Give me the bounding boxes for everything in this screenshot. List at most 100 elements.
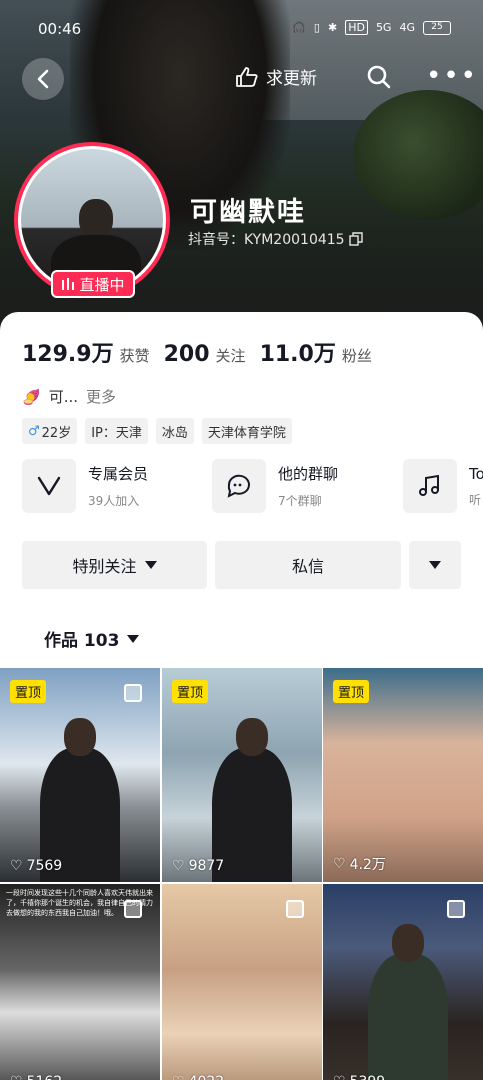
feature-membership-sub: 39人加入 xyxy=(88,494,140,508)
stat-following-label: 关注 xyxy=(215,347,246,365)
stat-likes-label: 获赞 xyxy=(119,347,150,365)
request-update-label: 求更新 xyxy=(266,69,317,89)
post-figure-head xyxy=(236,718,268,756)
post-likes-count: 9877 xyxy=(188,858,225,874)
post-card[interactable]: 置顶 ♡ 9877 xyxy=(162,668,322,882)
status-icons: 🎧 ▯ ✱ HD 5G 4G 25 xyxy=(292,20,451,35)
feature-membership-text: 专属会员 39人加入 xyxy=(88,463,148,509)
stat-following[interactable]: 200 关注 xyxy=(164,342,246,367)
search-button[interactable] xyxy=(366,64,392,94)
back-button[interactable] xyxy=(22,58,64,100)
multi-image-icon xyxy=(124,684,142,702)
heart-icon: ♡ xyxy=(333,856,346,872)
heart-icon: ♡ xyxy=(10,1074,23,1080)
live-label: 直播中 xyxy=(79,275,125,294)
feature-music-title: To xyxy=(469,464,483,483)
post-grid: 置顶 ♡ 7569 置顶 ♡ 9877 置顶 ♡ 4.2万 一段时间发现这些十几个同龄… xyxy=(0,668,483,1080)
status-time: 00:46 xyxy=(38,20,82,38)
bluetooth-icon: ✱ xyxy=(327,21,338,34)
message-label: 私信 xyxy=(291,557,324,576)
vibrate-icon: ▯ xyxy=(313,21,320,34)
live-badge[interactable]: 直播中 xyxy=(51,270,135,298)
post-likes-count: 5162 xyxy=(27,1074,63,1080)
post-card[interactable]: 一段时间发现这些十几个同龄人喜欢天伟就出来了，千禧你那个诞生的机会，我自律自己的… xyxy=(0,884,160,1080)
pinned-badge: 置顶 xyxy=(172,680,209,703)
nickname: 可幽默哇 xyxy=(190,197,306,228)
bio-text: 可... xyxy=(48,388,78,406)
more-button[interactable]: ••• xyxy=(426,63,478,89)
post-card[interactable]: 置顶 ♡ 4.2万 xyxy=(323,668,483,882)
v-icon xyxy=(22,459,76,513)
post-figure xyxy=(368,924,448,1080)
feature-group-chat-title: 他的群聊 xyxy=(278,465,339,483)
feature-group-chat-text: 他的群聊 7个群聊 xyxy=(278,463,338,509)
caret-down-icon xyxy=(429,561,441,569)
copy-icon xyxy=(348,232,363,246)
bio-more-link[interactable]: 更多 xyxy=(86,386,116,407)
feature-group-chat-sub: 7个群聊 xyxy=(278,494,322,508)
post-likes: ♡ 4.2万 xyxy=(333,854,386,874)
feature-music-text: To 听 xyxy=(469,465,483,508)
post-card[interactable]: ♡ 4022 xyxy=(162,884,322,1080)
post-card[interactable]: ♡ 5399 xyxy=(323,884,483,1080)
feature-music[interactable]: To 听 xyxy=(403,458,483,514)
chevron-left-icon xyxy=(37,69,49,89)
request-update-button[interactable]: 求更新 xyxy=(234,64,317,89)
heart-icon: ♡ xyxy=(10,858,23,874)
chat-icon xyxy=(212,459,266,513)
caret-down-icon xyxy=(144,561,157,569)
post-likes: ♡ 7569 xyxy=(10,858,62,874)
feature-membership[interactable]: 专属会员 39人加入 xyxy=(22,458,148,514)
special-follow-label: 特别关注 xyxy=(72,557,137,576)
post-likes: ♡ 5399 xyxy=(333,1074,385,1080)
search-icon xyxy=(367,65,391,89)
feature-music-sub: 听 xyxy=(469,492,482,507)
profile-card: 129.9万 获赞 200 关注 11.0万 粉丝 🍠 可... 更多 ♂ 22岁 I… xyxy=(0,312,483,1080)
bio-emoji: 🍠 xyxy=(22,387,41,406)
top-nav: 求更新 ••• xyxy=(0,56,483,100)
post-likes-count: 4022 xyxy=(189,1074,225,1080)
hand-point-icon xyxy=(236,66,258,87)
multi-image-icon xyxy=(447,900,465,918)
status-bar: 00:46 🎧 ▯ ✱ HD 5G 4G 25 xyxy=(0,18,483,42)
post-figure-head xyxy=(392,924,424,962)
tag-location[interactable]: 冰岛 xyxy=(155,418,194,444)
post-likes: ♡ 4022 xyxy=(172,1074,224,1080)
post-card[interactable]: 置顶 ♡ 7569 xyxy=(0,668,160,882)
pinned-badge: 置顶 xyxy=(333,680,370,703)
stat-followers-value: 11.0万 xyxy=(259,342,336,367)
stats-row: 129.9万 获赞 200 关注 11.0万 粉丝 xyxy=(22,336,372,368)
stat-following-value: 200 xyxy=(163,342,210,367)
tag-school[interactable]: 天津体育学院 xyxy=(201,418,292,444)
post-likes: ♡ 9877 xyxy=(172,858,224,874)
message-button[interactable]: 私信 xyxy=(215,541,401,589)
more-actions-button[interactable] xyxy=(409,541,461,589)
feature-group-chat[interactable]: 他的群聊 7个群聊 xyxy=(212,458,338,514)
post-likes-count: 7569 xyxy=(26,858,63,874)
hd-icon: HD xyxy=(345,20,368,35)
pinned-badge: 置顶 xyxy=(10,680,47,703)
tag-gender-age-text: 22岁 xyxy=(41,425,72,441)
profile-tags: ♂ 22岁 IP：天津 冰岛 天津体育学院 xyxy=(22,418,292,444)
post-likes-count: 5399 xyxy=(350,1074,386,1080)
signal-4g-icon: 4G xyxy=(399,21,415,34)
male-icon: ♂ xyxy=(28,423,40,439)
heart-icon: ♡ xyxy=(172,858,185,874)
tag-ip: IP：天津 xyxy=(85,418,148,444)
post-figure-head xyxy=(64,718,96,756)
post-likes: ♡ 5162 xyxy=(10,1074,62,1080)
stat-followers[interactable]: 11.0万 粉丝 xyxy=(260,336,372,368)
avatar-head xyxy=(79,199,113,239)
tab-works[interactable]: 作品 103 xyxy=(44,626,140,651)
stat-likes-value: 129.9万 xyxy=(22,342,114,367)
douyin-id[interactable]: 抖音号：KYM20010415 xyxy=(188,229,363,249)
action-buttons: 特别关注 私信 xyxy=(22,541,461,589)
profile-page: 00:46 🎧 ▯ ✱ HD 5G 4G 25 求更新 ••• 直播中 可幽默哇… xyxy=(0,0,483,1080)
music-icon xyxy=(403,459,457,513)
stat-likes[interactable]: 129.9万 获赞 xyxy=(22,336,150,368)
special-follow-button[interactable]: 特别关注 xyxy=(22,541,207,589)
live-bars-icon xyxy=(62,278,75,290)
post-likes-count: 4.2万 xyxy=(349,857,386,873)
douyin-id-text: 抖音号：KYM20010415 xyxy=(188,232,345,248)
multi-image-icon xyxy=(286,900,304,918)
